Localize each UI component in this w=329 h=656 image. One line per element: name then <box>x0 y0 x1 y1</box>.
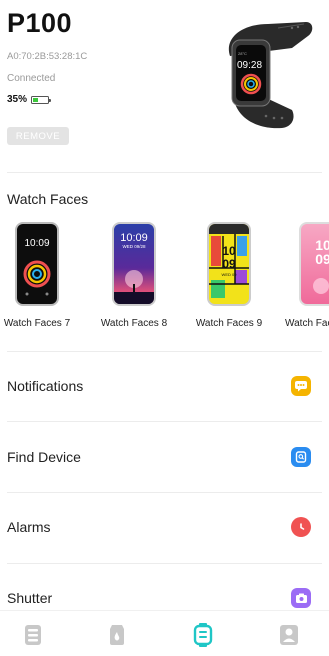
watch-icon <box>193 623 213 647</box>
watch-face-item[interactable]: 10:09 WED 09/28 Watch Faces 8 <box>97 222 171 329</box>
menu-item-label: Notifications <box>7 378 84 394</box>
watch-image: 28°C 09:28 <box>228 22 313 129</box>
connection-status: Connected <box>7 73 56 84</box>
watch-face-label: Watch Faces 7 <box>3 318 71 329</box>
remove-button[interactable]: REMOVE <box>7 127 69 145</box>
svg-text:28°C: 28°C <box>238 51 247 56</box>
svg-text:WED 09: WED 09 <box>222 272 238 277</box>
watch-face-label: Watch Faces 9 <box>195 318 263 329</box>
profile-icon <box>280 625 298 645</box>
menu-item-alarms[interactable]: Alarms <box>0 507 329 547</box>
menu-item-find-device[interactable]: Find Device <box>0 437 329 477</box>
svg-text:10:09: 10:09 <box>24 238 49 249</box>
profile-tab[interactable] <box>278 623 300 647</box>
svg-text:09:28: 09:28 <box>237 60 262 71</box>
camera-icon <box>291 588 311 608</box>
dashboard-icon <box>25 625 41 645</box>
watch-face-thumbnail: 10:09 WED 09/28 <box>112 222 156 306</box>
svg-text:10: 10 <box>222 244 236 258</box>
watch-face-thumbnail: 10 09 WED 09 <box>207 222 251 306</box>
svg-text:WED 09/28: WED 09/28 <box>122 244 146 249</box>
divider <box>7 492 322 493</box>
watch-face-item[interactable]: 10 09 Watch Faces 10 <box>284 222 329 329</box>
menu-item-label: Alarms <box>7 519 51 535</box>
watch-face-thumbnail: 10 09 <box>299 222 329 306</box>
watch-face-item[interactable]: 10:09 Watch Faces 7 <box>2 222 72 329</box>
workout-icon <box>110 625 124 645</box>
divider <box>7 421 322 422</box>
watch-faces-carousel[interactable]: 10:09 Watch Faces 7 10:09 WED 09/28 Watc… <box>0 222 329 337</box>
find-watch-icon <box>291 447 311 467</box>
watch-face-label: Watch Faces 8 <box>100 318 168 329</box>
divider <box>7 172 322 173</box>
watch-faces-title: Watch Faces <box>7 191 89 207</box>
bottom-tab-bar <box>0 610 329 656</box>
battery-status: 35% <box>7 94 52 105</box>
watch-face-label: Watch Faces 10 <box>285 318 329 329</box>
battery-percent: 35% <box>7 94 28 105</box>
chat-bubble-icon <box>291 376 311 396</box>
watch-face-thumbnail: 10:09 <box>15 222 59 306</box>
device-name: P100 <box>7 8 73 38</box>
watch-face-item[interactable]: 10 09 WED 09 Watch Faces 9 <box>192 222 266 329</box>
menu-item-notifications[interactable]: Notifications <box>0 366 329 406</box>
mac-address: A0:70:2B:53:28:1C <box>7 51 88 62</box>
workout-tab[interactable] <box>106 623 128 647</box>
home-tab[interactable] <box>22 623 44 647</box>
menu-item-label: Shutter <box>7 590 53 606</box>
svg-text:09: 09 <box>222 257 236 271</box>
svg-text:09: 09 <box>315 251 329 267</box>
divider <box>7 351 322 352</box>
divider <box>7 563 322 564</box>
menu-item-label: Find Device <box>7 449 81 465</box>
battery-icon <box>31 95 52 104</box>
svg-text:10:09: 10:09 <box>120 232 148 244</box>
alarm-clock-icon <box>291 517 311 537</box>
device-tab[interactable] <box>192 623 214 647</box>
